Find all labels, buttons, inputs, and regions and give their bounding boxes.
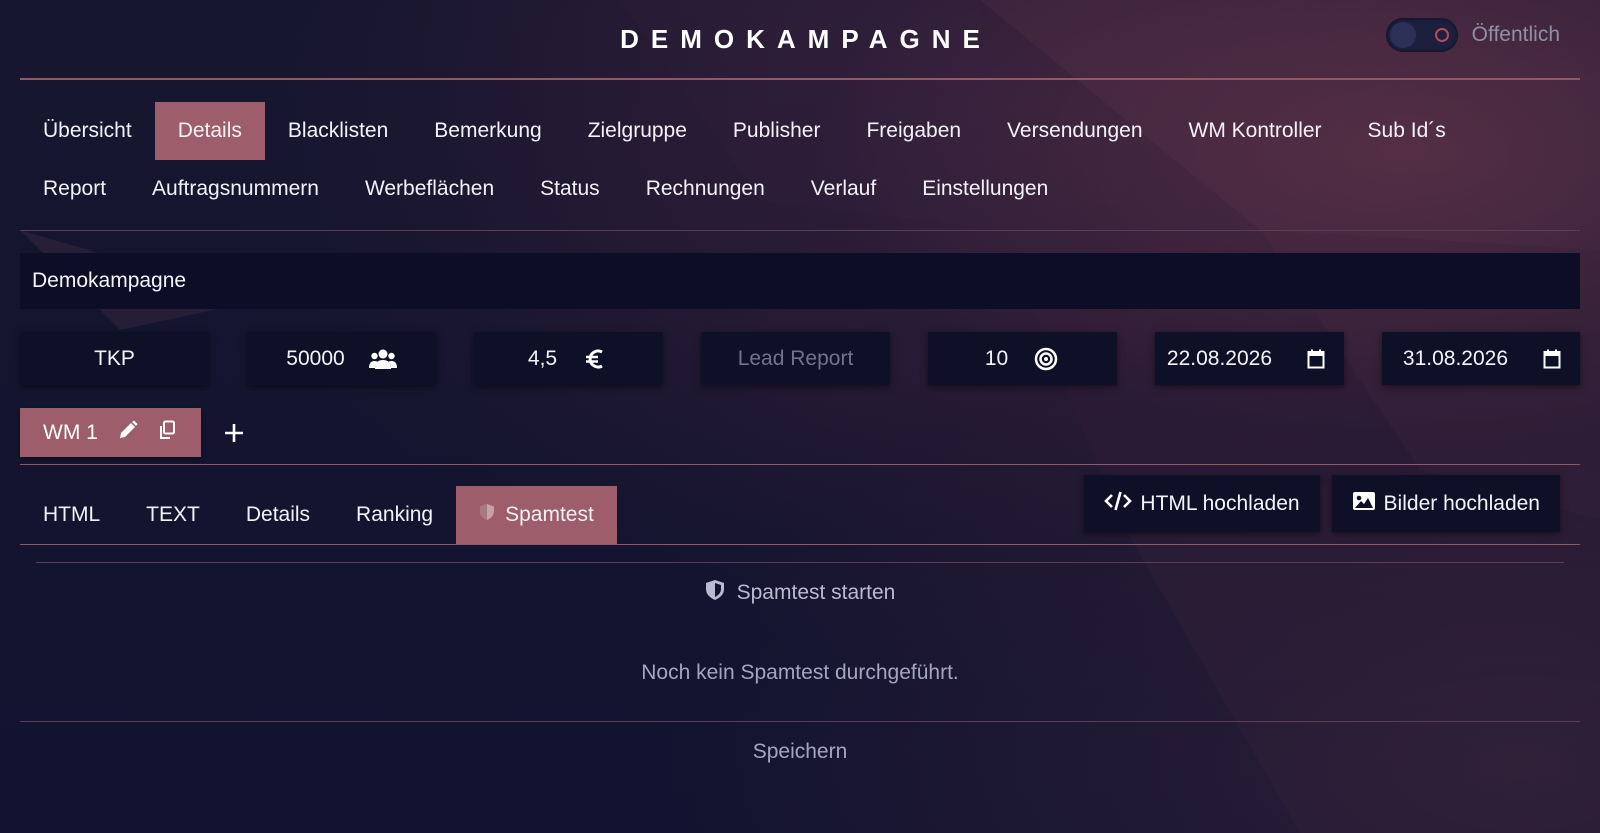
tab-spamtest[interactable]: Spamtest [456, 486, 617, 544]
tab-details[interactable]: Details [223, 486, 333, 544]
price-input[interactable]: 4,5 [474, 332, 663, 385]
tab-html[interactable]: HTML [20, 486, 123, 544]
tab-text[interactable]: TEXT [123, 486, 223, 544]
volume-value: 50000 [286, 346, 345, 370]
public-switch[interactable] [1385, 18, 1458, 52]
add-icon[interactable] [223, 422, 245, 444]
panel-divider [36, 562, 1564, 563]
nav-item-status[interactable]: Status [517, 160, 623, 218]
tab-spamtest-label: Spamtest [505, 503, 594, 526]
report-type-placeholder: Lead Report [737, 346, 854, 370]
code-icon [1104, 490, 1133, 518]
image-upload-label: Bilder hochladen [1383, 491, 1540, 515]
switch-knob [1389, 22, 1416, 48]
billing-model-select[interactable]: TKP [20, 332, 209, 385]
nav-item-einstellungen[interactable]: Einstellungen [899, 160, 1071, 218]
page-header: DEMOKAMPAGNE Öffentlich [20, 0, 1580, 80]
wm-tabs: WM 1 [20, 408, 1580, 465]
price-value: 4,5 [527, 346, 558, 370]
calendar-icon[interactable] [1302, 347, 1330, 371]
calendar-icon[interactable] [1538, 347, 1566, 371]
nav-item-uebersicht[interactable]: Übersicht [20, 102, 155, 160]
tab-ranking[interactable]: Ranking [333, 486, 456, 544]
end-date-input[interactable]: 31.08.2026 [1382, 332, 1580, 385]
nav-item-bemerkung[interactable]: Bemerkung [411, 102, 564, 160]
footer-divider [20, 721, 1580, 722]
wm-tab[interactable]: WM 1 [20, 408, 201, 457]
spamtest-start-label: Spamtest starten [736, 581, 896, 604]
target-icon [1032, 347, 1060, 371]
shield-icon [705, 579, 725, 607]
image-upload-button[interactable]: Bilder hochladen [1331, 475, 1560, 532]
nav-item-freigaben[interactable]: Freigaben [843, 102, 984, 160]
campaign-name: Demokampagne [32, 269, 187, 292]
start-date-value: 22.08.2026 [1166, 346, 1272, 370]
volume-input[interactable]: 50000 [247, 332, 436, 385]
end-date-value: 31.08.2026 [1402, 346, 1508, 370]
campaign-name-field[interactable]: Demokampagne [20, 253, 1580, 309]
edit-icon[interactable] [118, 420, 138, 446]
html-upload-label: HTML hochladen [1140, 491, 1300, 515]
content-tabs: HTML TEXT Details Ranking Spamtest HTML … [20, 475, 1580, 545]
public-toggle-label: Öffentlich [1471, 23, 1560, 46]
billing-model-value: TKP [94, 346, 135, 370]
wm-tab-label: WM 1 [43, 420, 98, 444]
page-title: DEMOKAMPAGNE [620, 23, 992, 54]
upload-buttons: HTML hochladen Bilder hochladen [1084, 475, 1560, 532]
users-icon [368, 347, 397, 371]
public-toggle[interactable]: Öffentlich [1385, 18, 1560, 52]
nav-item-verlauf[interactable]: Verlauf [788, 160, 899, 218]
save-button[interactable]: Speichern [20, 740, 1580, 764]
nav-item-details[interactable]: Details [154, 102, 265, 160]
nav-item-report[interactable]: Report [20, 160, 129, 218]
html-upload-button[interactable]: HTML hochladen [1084, 475, 1320, 532]
nav-item-blacklisten[interactable]: Blacklisten [265, 102, 411, 160]
nav-item-werbeflaechen[interactable]: Werbeflächen [342, 160, 517, 218]
nav-item-wm-kontroller[interactable]: WM Kontroller [1166, 102, 1345, 160]
nav-item-zielgruppe[interactable]: Zielgruppe [565, 102, 710, 160]
start-date-input[interactable]: 22.08.2026 [1155, 332, 1344, 385]
target-input[interactable]: 10 [928, 332, 1117, 385]
shield-icon [479, 503, 495, 527]
nav-item-rechnungen[interactable]: Rechnungen [623, 160, 788, 218]
image-icon [1352, 491, 1376, 517]
copy-icon[interactable] [158, 420, 176, 446]
spamtest-start-button[interactable]: Spamtest starten [20, 579, 1580, 607]
campaign-fields: TKP 50000 4,5 Lead Report 10 22.08.2026 … [20, 332, 1580, 385]
main-nav: Übersicht Details Blacklisten Bemerkung … [20, 80, 1580, 231]
nav-item-auftragsnummern[interactable]: Auftragsnummern [129, 160, 342, 218]
nav-item-sub-ids[interactable]: Sub Id´s [1345, 102, 1469, 160]
target-value: 10 [984, 346, 1009, 370]
euro-icon [581, 347, 609, 371]
spamtest-empty-message: Noch kein Spamtest durchgeführt. [641, 661, 959, 684]
nav-item-versendungen[interactable]: Versendungen [984, 102, 1165, 160]
switch-off-indicator [1434, 28, 1449, 42]
nav-item-publisher[interactable]: Publisher [710, 102, 844, 160]
report-type-select[interactable]: Lead Report [701, 332, 890, 385]
